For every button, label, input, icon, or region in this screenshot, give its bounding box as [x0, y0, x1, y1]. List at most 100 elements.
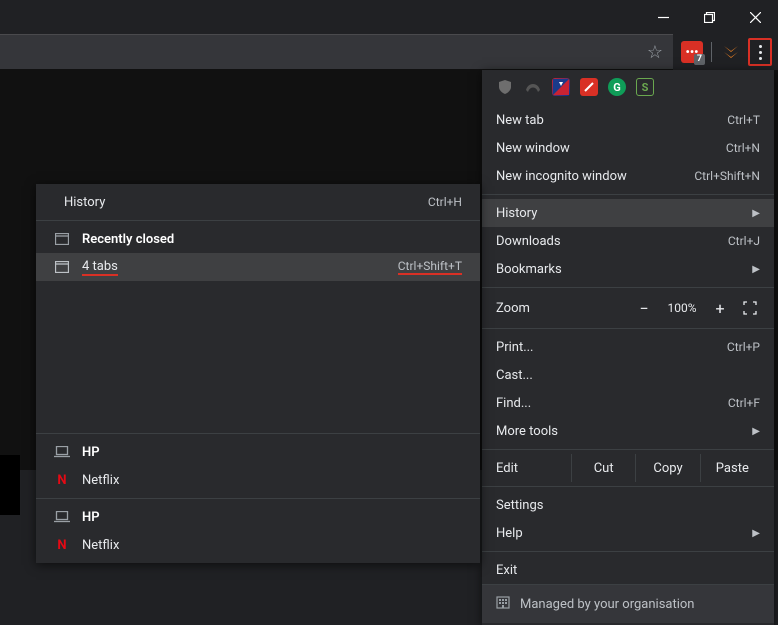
menu-label: Settings	[496, 498, 760, 513]
menu-separator	[482, 287, 774, 288]
menu-new-window[interactable]: New window Ctrl+N	[482, 134, 774, 162]
menu-label: New window	[496, 141, 726, 156]
menu-settings[interactable]: Settings	[482, 491, 774, 519]
menu-downloads[interactable]: Downloads Ctrl+J	[482, 227, 774, 255]
submenu-label: Netflix	[82, 538, 462, 553]
toolbar-actions: ••• 7	[673, 34, 778, 70]
menu-more-tools[interactable]: More tools ▶	[482, 417, 774, 445]
chevron-right-icon: ▶	[752, 426, 760, 437]
menu-cast[interactable]: Cast...	[482, 361, 774, 389]
menu-separator	[482, 328, 774, 329]
menu-label: History	[496, 206, 744, 221]
submenu-separator	[36, 498, 480, 499]
menu-bookmarks[interactable]: Bookmarks ▶	[482, 255, 774, 283]
managed-label: Managed by your organisation	[520, 597, 695, 612]
chevron-right-icon: ▶	[752, 528, 760, 539]
menu-separator	[482, 486, 774, 487]
window-icon	[54, 231, 70, 247]
submenu-label: 4 tabs	[82, 259, 386, 276]
extension-icon-4[interactable]	[580, 78, 598, 96]
submenu-label: Recently closed	[82, 232, 462, 247]
extension-icon-3[interactable]	[552, 78, 570, 96]
submenu-label: History	[64, 195, 416, 210]
copy-button[interactable]: Copy	[636, 454, 700, 482]
extension-icon-2[interactable]	[524, 78, 542, 96]
chrome-main-menu: G S New tab Ctrl+T New window Ctrl+N New…	[482, 70, 774, 625]
extension-badge: 7	[694, 54, 705, 65]
window-maximize-button[interactable]	[686, 0, 732, 34]
submenu-history-netflix[interactable]: N Netflix	[36, 466, 480, 494]
menu-history[interactable]: History ▶	[482, 199, 774, 227]
window-close-button[interactable]	[732, 0, 778, 34]
submenu-history-netflix-2[interactable]: N Netflix	[36, 531, 480, 559]
menu-label: Help	[496, 526, 744, 541]
menu-separator	[482, 551, 774, 552]
netflix-icon: N	[54, 537, 70, 553]
menu-separator	[482, 194, 774, 195]
menu-shortcut: Ctrl+P	[727, 340, 760, 354]
menu-label: Bookmarks	[496, 262, 744, 277]
window-minimize-button[interactable]	[640, 0, 686, 34]
netflix-icon: N	[54, 472, 70, 488]
menu-help[interactable]: Help ▶	[482, 519, 774, 547]
menu-shortcut: Ctrl+F	[728, 396, 760, 410]
paste-button[interactable]: Paste	[701, 454, 774, 482]
fullscreen-icon[interactable]	[736, 301, 764, 315]
page-content-edge	[0, 455, 20, 515]
extension-icon-lastpass[interactable]: ••• 7	[681, 41, 703, 63]
submenu-shortcut: Ctrl+Shift+T	[398, 259, 462, 275]
kebab-icon	[759, 45, 762, 60]
submenu-separator	[36, 220, 480, 221]
window-titlebar	[0, 0, 778, 34]
menu-zoom-row: Zoom − 100% +	[482, 292, 774, 324]
menu-label: Print...	[496, 340, 727, 355]
menu-edit-row: Edit Cut Copy Paste	[482, 454, 774, 482]
extension-icon-brave[interactable]	[720, 41, 742, 63]
edit-label: Edit	[482, 454, 572, 482]
history-submenu: History Ctrl+H Recently closed 4 tabs Ct…	[36, 184, 480, 563]
building-icon	[496, 595, 510, 613]
zoom-value: 100%	[660, 301, 704, 315]
zoom-label: Zoom	[496, 301, 586, 316]
menu-find[interactable]: Find... Ctrl+F	[482, 389, 774, 417]
menu-new-tab[interactable]: New tab Ctrl+T	[482, 106, 774, 134]
menu-new-incognito[interactable]: New incognito window Ctrl+Shift+N	[482, 162, 774, 190]
submenu-separator	[36, 433, 480, 434]
submenu-recently-closed: Recently closed	[36, 225, 480, 253]
laptop-icon	[54, 509, 70, 525]
submenu-history[interactable]: History Ctrl+H	[36, 188, 480, 216]
menu-label: New incognito window	[496, 169, 694, 184]
submenu-restore-tabs[interactable]: 4 tabs Ctrl+Shift+T	[36, 253, 480, 281]
menu-shortcut: Ctrl+T	[727, 113, 760, 127]
cut-button[interactable]: Cut	[572, 454, 636, 482]
submenu-shortcut: Ctrl+H	[428, 195, 462, 209]
menu-separator	[482, 449, 774, 450]
submenu-label: HP	[82, 445, 462, 460]
menu-exit[interactable]: Exit	[482, 556, 774, 584]
menu-print[interactable]: Print... Ctrl+P	[482, 333, 774, 361]
submenu-gap	[36, 281, 480, 429]
chevron-right-icon: ▶	[752, 208, 760, 219]
menu-label: More tools	[496, 424, 744, 439]
menu-shortcut: Ctrl+N	[726, 141, 760, 155]
pinned-extensions-row: G S	[482, 70, 774, 106]
submenu-label: HP	[82, 510, 462, 525]
grammarly-icon[interactable]: G	[608, 78, 626, 96]
ublock-icon[interactable]	[496, 78, 514, 96]
zoom-out-button[interactable]: −	[628, 299, 660, 318]
extension-icon-s[interactable]: S	[636, 78, 654, 96]
bookmark-star-icon[interactable]: ☆	[637, 34, 673, 70]
menu-shortcut: Ctrl+Shift+N	[694, 169, 760, 183]
chrome-menu-button[interactable]	[748, 38, 772, 66]
menu-label: Cast...	[496, 368, 760, 383]
menu-label: Exit	[496, 563, 760, 578]
managed-by-org[interactable]: Managed by your organisation	[482, 584, 774, 623]
menu-label: New tab	[496, 113, 727, 128]
laptop-icon	[54, 444, 70, 460]
toolbar-separator	[711, 42, 712, 62]
chevron-right-icon: ▶	[752, 264, 760, 275]
submenu-device-hp-2[interactable]: HP	[36, 503, 480, 531]
submenu-label: Netflix	[82, 473, 462, 488]
submenu-device-hp[interactable]: HP	[36, 438, 480, 466]
zoom-in-button[interactable]: +	[704, 299, 736, 318]
